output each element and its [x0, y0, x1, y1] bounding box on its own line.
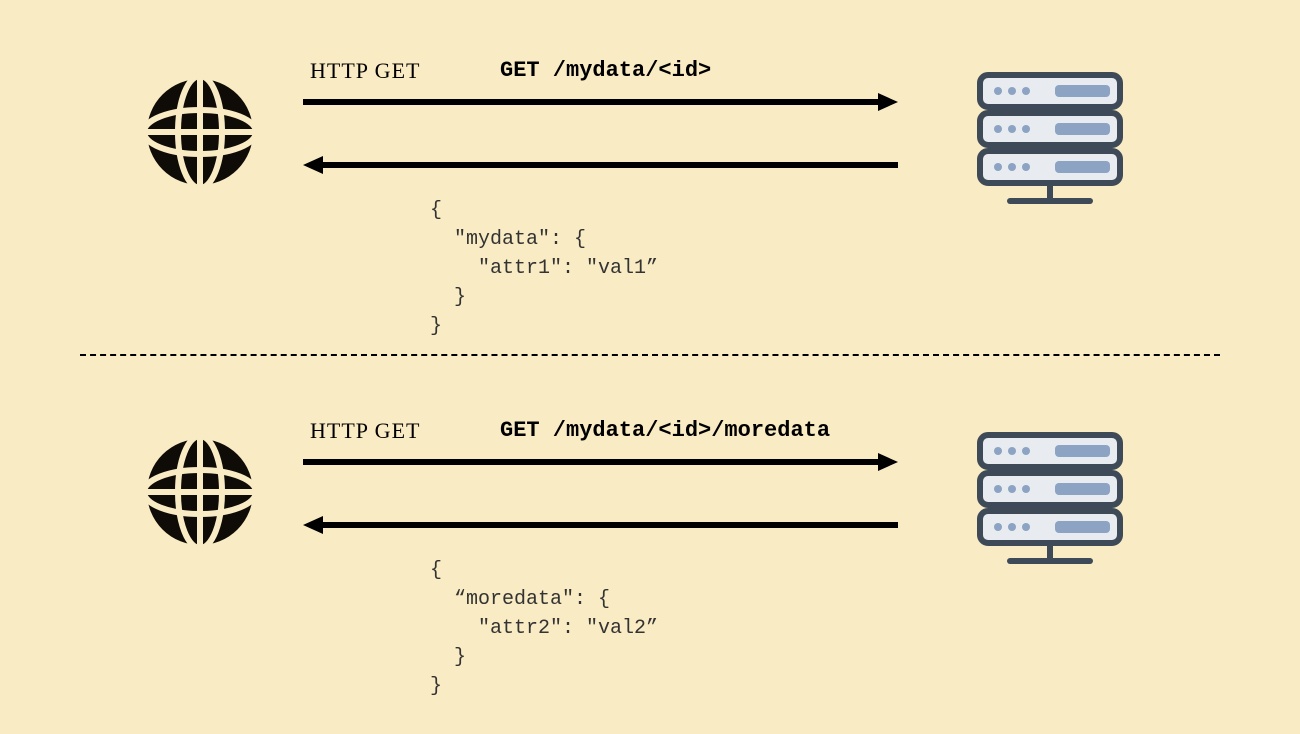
http-method-label-2: HTTP GET — [310, 418, 420, 444]
server-icon — [970, 429, 1130, 569]
http-request-line-2: GET /mydata/<id>/moredata — [500, 418, 830, 443]
http-method-label-1: HTTP GET — [310, 58, 420, 84]
http-response-body-2: { “moredata": { "attr2": "val2” } } — [430, 556, 658, 701]
globe-icon — [140, 432, 260, 552]
http-request-line-1: GET /mydata/<id> — [500, 58, 711, 83]
arrow-pair-2 — [303, 445, 898, 540]
server-icon — [970, 69, 1130, 209]
section-divider — [80, 354, 1220, 356]
http-response-body-1: { "mydata": { "attr1": "val1” } } — [430, 196, 658, 341]
globe-icon — [140, 72, 260, 192]
arrow-pair-1 — [303, 85, 898, 180]
